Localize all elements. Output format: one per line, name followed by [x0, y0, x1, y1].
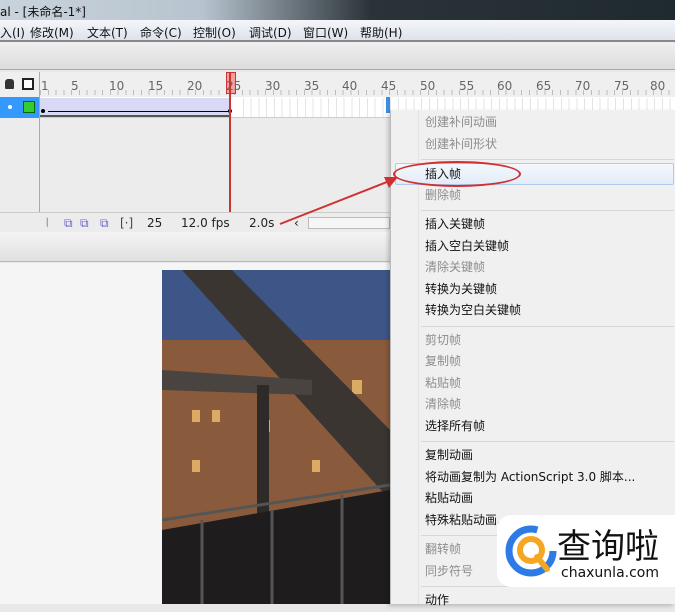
- title-bar: al - [未命名-1*]: [0, 0, 675, 20]
- menu-separator: [391, 437, 675, 445]
- divider: [39, 72, 40, 232]
- layer-header[interactable]: [0, 97, 40, 118]
- menu-item[interactable]: 将动画复制为 ActionScript 3.0 脚本...: [391, 467, 675, 489]
- menu-item: 复制帧: [425, 354, 462, 368]
- menu-help[interactable]: 帮助(H): [360, 24, 402, 41]
- center-frame-icon[interactable]: ⦚: [46, 216, 49, 231]
- menu-item: 创建补间动画: [425, 115, 498, 129]
- menu-control[interactable]: 控制(O): [193, 24, 236, 41]
- scroll-left-icon[interactable]: ‹: [294, 216, 299, 230]
- menu-separator: [391, 206, 675, 214]
- watermark-brand: 查询啦: [557, 527, 659, 567]
- horizontal-scrollbar[interactable]: [308, 217, 390, 229]
- modify-markers-icon[interactable]: [·]: [120, 216, 133, 230]
- menu-item[interactable]: 插入关键帧: [391, 214, 675, 236]
- menu-item: 粘贴帧: [425, 375, 462, 390]
- watermark-logo-icon: [505, 525, 557, 577]
- edit-bar: [0, 232, 390, 262]
- tween-span[interactable]: [40, 98, 232, 117]
- bridge-photo: [162, 270, 390, 604]
- visibility-dot-icon[interactable]: [8, 105, 12, 109]
- onion-skin-icon[interactable]: ⧉: [64, 216, 73, 231]
- playhead[interactable]: [229, 72, 231, 232]
- menu-item: 创建补间形状: [425, 136, 498, 151]
- frame-label: 25: [226, 79, 242, 93]
- watermark-url: chaxunla.com: [561, 565, 659, 581]
- onion-outline-icon[interactable]: ⧉: [80, 216, 89, 231]
- menu-item[interactable]: 转换为关键帧: [391, 279, 675, 301]
- menu-item: 剪切帧: [425, 332, 462, 347]
- timeline-status-bar: ⦚ ⧉ ⧉ ⧉ [·] 25 12.0 fps 2.0s ‹: [0, 212, 390, 232]
- current-frame: 25: [147, 216, 163, 230]
- annotation-ellipse: [393, 161, 521, 187]
- menu-item[interactable]: 复制动画: [391, 445, 675, 467]
- elapsed-time: 2.0s: [249, 216, 275, 230]
- menu-commands[interactable]: 命令(C): [140, 24, 182, 41]
- menu-insert[interactable]: 入(I): [0, 24, 25, 41]
- tween-arrow: [48, 111, 228, 112]
- outline-icon[interactable]: [22, 78, 34, 90]
- frame-rate: 12.0 fps: [181, 216, 230, 230]
- menu-item: 清除帧: [425, 397, 462, 411]
- stage-photo[interactable]: [162, 270, 390, 604]
- menu-modify[interactable]: 修改(M): [30, 24, 74, 41]
- menu-window[interactable]: 窗口(W): [303, 24, 348, 41]
- layer-color-icon[interactable]: [23, 101, 35, 113]
- keyframe-icon: [41, 109, 45, 113]
- menu-item: 删除帧: [425, 187, 462, 202]
- watermark: 查询啦 chaxunla.com: [497, 515, 675, 587]
- menu-item[interactable]: 转换为空白关键帧: [391, 300, 675, 322]
- frame-ruler[interactable]: [40, 90, 675, 95]
- menu-item[interactable]: 粘贴动画: [391, 488, 675, 510]
- toolbar: [0, 42, 675, 70]
- menu-item: 清除关键帧: [425, 260, 486, 274]
- lock-icon[interactable]: [5, 79, 14, 89]
- menu-text[interactable]: 文本(T): [87, 24, 128, 41]
- edit-multiple-frames-icon[interactable]: ⧉: [100, 216, 109, 231]
- menu-separator: [391, 322, 675, 330]
- window-title: al - [未命名-1*]: [0, 5, 86, 19]
- menu-debug[interactable]: 调试(D): [249, 24, 292, 41]
- menu-item[interactable]: 插入空白关键帧: [391, 236, 675, 258]
- menu-item[interactable]: 动作: [391, 590, 675, 612]
- menu-bar: 入(I) 修改(M) 文本(T) 命令(C) 控制(O) 调试(D) 窗口(W)…: [0, 20, 675, 42]
- menu-item[interactable]: 选择所有帧: [391, 416, 675, 438]
